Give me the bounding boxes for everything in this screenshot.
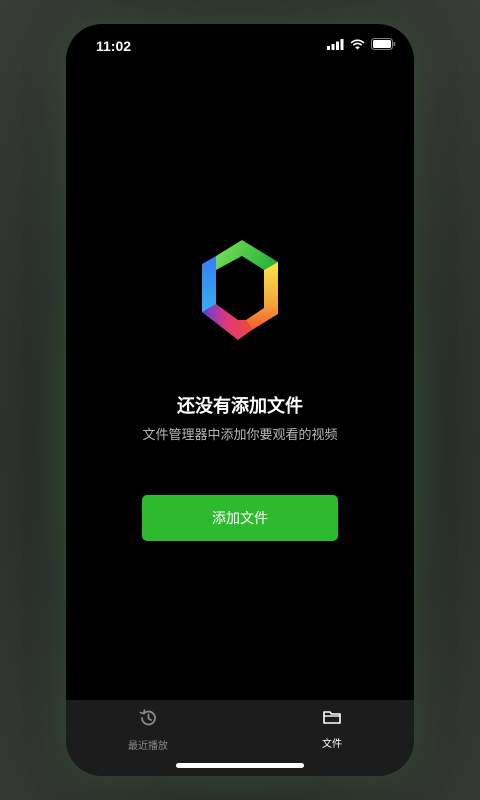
folder-icon [323,711,341,724]
tab-recent-play[interactable]: 最近播放 [98,708,198,752]
home-indicator[interactable] [176,763,304,768]
tab-files-label: 文件 [322,739,342,750]
tab-bar: 最近播放 文件 [66,700,414,776]
history-icon [139,709,156,726]
tab-recent-play-label: 最近播放 [128,741,168,752]
app-logo-icon [202,240,278,340]
battery-icon [371,38,396,50]
status-time: 11:02 [96,38,132,54]
tab-files[interactable]: 文件 [282,708,382,750]
phone-screen: 11:02 还没有添加文件 文件管理器中添加你要观看的视频 添加文件 最近播放 … [66,24,414,776]
empty-state-subtitle: 文件管理器中添加你要观看的视频 [142,427,338,442]
status-bar: 11:02 [66,24,414,64]
empty-state-title: 还没有添加文件 [177,396,303,416]
cellular-signal-icon [327,38,344,50]
add-file-button[interactable]: 添加文件 [142,495,338,541]
wifi-icon [350,39,365,49]
status-icons [327,38,396,50]
